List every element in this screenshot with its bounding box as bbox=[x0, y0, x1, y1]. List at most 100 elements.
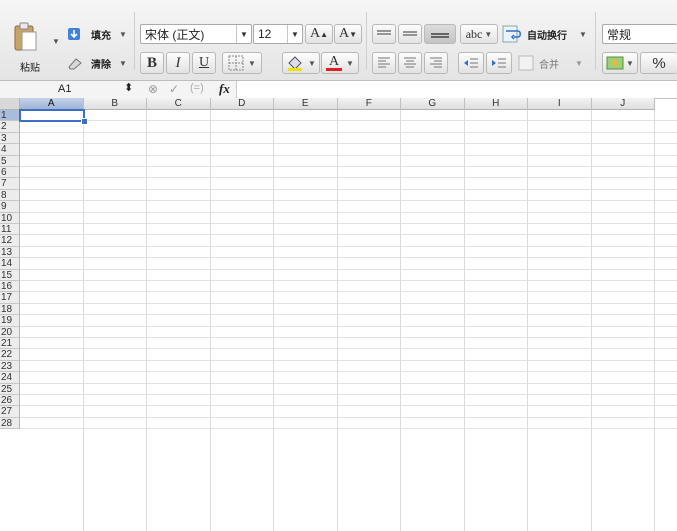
row-header-22[interactable]: 22 bbox=[0, 349, 20, 361]
row-header-18[interactable]: 18 bbox=[0, 303, 20, 316]
row-gridline bbox=[20, 405, 677, 407]
row-header-7[interactable]: 7 bbox=[0, 178, 20, 190]
align-center-button[interactable] bbox=[398, 52, 422, 74]
row-gridline bbox=[20, 177, 677, 179]
row-header-27[interactable]: 27 bbox=[0, 406, 20, 418]
row-header-4[interactable]: 4 bbox=[0, 144, 20, 156]
row-header-21[interactable]: 21 bbox=[0, 338, 20, 350]
select-all-corner[interactable] bbox=[0, 98, 20, 110]
chevron-down-icon: ▼ bbox=[248, 58, 256, 68]
row-header-10[interactable]: 10 bbox=[0, 212, 20, 224]
row-header-2[interactable]: 2 bbox=[0, 121, 20, 133]
column-header-b[interactable]: B bbox=[83, 98, 147, 110]
name-box[interactable]: A1 bbox=[58, 83, 71, 95]
row-header-19[interactable]: 19 bbox=[0, 315, 20, 327]
row-gridline bbox=[20, 154, 677, 156]
underline-button[interactable]: U bbox=[192, 52, 216, 74]
percent-button[interactable]: % bbox=[640, 52, 677, 74]
selected-cell-a1[interactable] bbox=[19, 109, 85, 123]
wrap-text-button[interactable]: 自动换行 ▼ bbox=[502, 24, 587, 44]
row-header-16[interactable]: 16 bbox=[0, 281, 20, 293]
fill-handle[interactable] bbox=[80, 118, 88, 126]
align-right-button[interactable] bbox=[424, 52, 448, 74]
formula-input[interactable] bbox=[236, 81, 677, 98]
row-header-5[interactable]: 5 bbox=[0, 155, 20, 167]
increase-indent-button[interactable] bbox=[486, 52, 512, 74]
fill-color-button[interactable]: ▼ bbox=[282, 52, 320, 74]
row-header-17[interactable]: 17 bbox=[0, 292, 20, 304]
row-header-24[interactable]: 24 bbox=[0, 372, 20, 384]
column-gridline bbox=[82, 110, 84, 531]
font-name-select[interactable]: 宋体 (正文) ▼ bbox=[140, 24, 252, 44]
decrease-indent-button[interactable] bbox=[458, 52, 484, 74]
row-header-12[interactable]: 12 bbox=[0, 235, 20, 247]
clear-button[interactable]: 清除 ▼ bbox=[67, 55, 127, 71]
row-header-15[interactable]: 15 bbox=[0, 269, 20, 281]
row-header-26[interactable]: 26 bbox=[0, 395, 20, 407]
column-header-g[interactable]: G bbox=[401, 98, 465, 110]
row-gridline bbox=[20, 223, 677, 224]
shrink-font-button[interactable]: A ▼ bbox=[334, 24, 362, 44]
align-middle-button[interactable] bbox=[398, 24, 422, 44]
column-gridline bbox=[463, 110, 465, 531]
clear-dropdown-icon[interactable]: ▼ bbox=[119, 59, 127, 68]
row-header-14[interactable]: 14 bbox=[0, 258, 20, 270]
indent-icon bbox=[492, 58, 506, 68]
row-gridline bbox=[20, 348, 677, 350]
align-bottom-button[interactable] bbox=[424, 24, 456, 44]
align-top-icon bbox=[377, 30, 391, 35]
formula-builder-icon[interactable]: (=) bbox=[190, 82, 204, 94]
align-left-button[interactable] bbox=[372, 52, 396, 74]
grow-font-button[interactable]: A ▲ bbox=[305, 24, 333, 44]
row-header-9[interactable]: 9 bbox=[0, 201, 20, 213]
fill-button[interactable]: 填充 ▼ bbox=[67, 26, 127, 42]
row-header-1[interactable]: 1 bbox=[0, 110, 20, 122]
font-color-button[interactable]: A ▼ bbox=[321, 52, 359, 74]
font-size-select[interactable]: 12 ▼ bbox=[253, 24, 303, 44]
italic-button[interactable]: I bbox=[166, 52, 190, 74]
fx-icon[interactable]: fx bbox=[219, 81, 230, 97]
row-header-25[interactable]: 25 bbox=[0, 383, 20, 395]
row-header-11[interactable]: 11 bbox=[0, 224, 20, 236]
row-gridline bbox=[20, 257, 677, 259]
orientation-button[interactable]: abc ▼ bbox=[460, 24, 498, 44]
number-format-select[interactable]: 常规 bbox=[602, 24, 677, 44]
fill-dropdown-icon[interactable]: ▼ bbox=[119, 30, 127, 39]
name-box-stepper-icon[interactable]: ⬍ bbox=[124, 81, 133, 94]
column-header-f[interactable]: F bbox=[337, 98, 401, 110]
toolbar-divider bbox=[595, 12, 596, 70]
row-header-8[interactable]: 8 bbox=[0, 189, 20, 202]
row-gridline bbox=[20, 188, 677, 190]
row-header-6[interactable]: 6 bbox=[0, 167, 20, 179]
grow-arrow-icon: ▲ bbox=[320, 29, 329, 39]
accounting-format-button[interactable]: ▼ bbox=[602, 52, 638, 74]
cancel-icon[interactable]: ⊗ bbox=[148, 82, 158, 96]
paste-dropdown-icon[interactable]: ▼ bbox=[52, 37, 60, 46]
row-header-28[interactable]: 28 bbox=[0, 417, 20, 430]
row-gridline bbox=[20, 166, 677, 167]
ribbon-toolbar: ▼ 粘贴 填充 ▼ 清除 ▼ 宋体 (正文) ▼ 12 ▼ A ▲ A ▼ B I … bbox=[0, 0, 677, 81]
column-gridline bbox=[209, 110, 211, 531]
chevron-down-icon: ▼ bbox=[575, 58, 583, 68]
row-header-20[interactable]: 20 bbox=[0, 326, 20, 338]
merge-cells-icon bbox=[518, 55, 534, 71]
clipboard-icon bbox=[14, 22, 37, 51]
row-header-3[interactable]: 3 bbox=[0, 132, 20, 145]
bold-button[interactable]: B bbox=[140, 52, 164, 74]
row-header-13[interactable]: 13 bbox=[0, 246, 20, 259]
borders-icon bbox=[228, 55, 244, 71]
merge-button[interactable]: 合并 ▼ bbox=[518, 54, 583, 72]
column-header-j[interactable]: J bbox=[591, 98, 655, 110]
column-header-i[interactable]: I bbox=[528, 98, 592, 110]
column-header-c[interactable]: C bbox=[147, 98, 211, 110]
column-header-d[interactable]: D bbox=[210, 98, 274, 110]
paste-button[interactable]: ▼ 粘贴 bbox=[8, 20, 60, 76]
confirm-icon[interactable]: ✓ bbox=[169, 82, 179, 96]
column-header-h[interactable]: H bbox=[464, 98, 528, 110]
currency-icon bbox=[606, 56, 624, 70]
chevron-down-icon: ▼ bbox=[579, 29, 587, 39]
borders-button[interactable]: ▼ bbox=[222, 52, 262, 74]
column-header-e[interactable]: E bbox=[274, 98, 338, 110]
row-header-23[interactable]: 23 bbox=[0, 360, 20, 373]
align-top-button[interactable] bbox=[372, 24, 396, 44]
